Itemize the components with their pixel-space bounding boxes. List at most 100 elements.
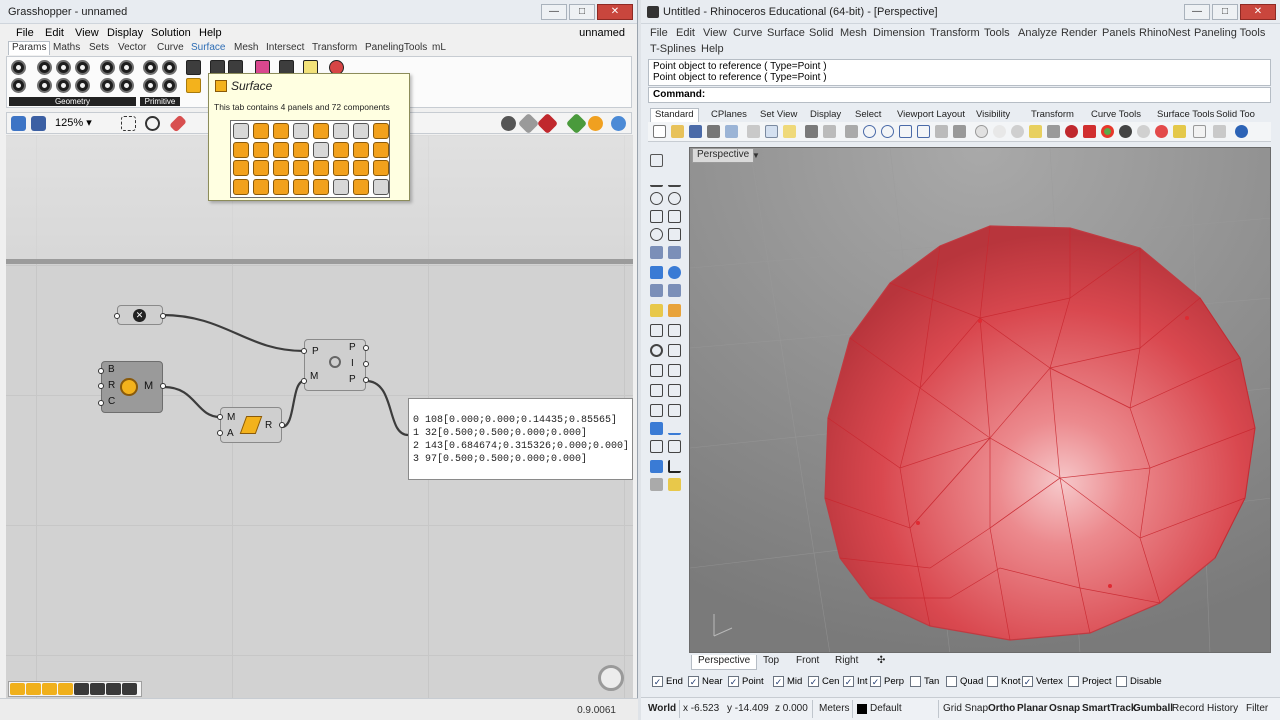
arc-icon[interactable] [650, 210, 663, 223]
param-icon[interactable] [119, 60, 134, 75]
select-icon[interactable] [975, 125, 988, 138]
array-icon[interactable] [650, 404, 663, 417]
four-view-icon[interactable] [935, 125, 948, 138]
copy-icon[interactable] [765, 125, 778, 138]
param-icon[interactable] [37, 78, 52, 93]
maximize-button[interactable]: □ [569, 4, 595, 20]
toggle-record-history[interactable]: Record History [1172, 703, 1238, 714]
material-icon[interactable] [1155, 125, 1168, 138]
tab-mesh[interactable]: Mesh [234, 42, 258, 53]
panel-output[interactable]: 0 108[0.000;0.000;0.14435;0.85565] 1 32[0.… [408, 398, 633, 480]
group-label-geometry[interactable]: Geometry [9, 97, 136, 106]
tab-transform[interactable]: Transform [312, 42, 357, 53]
rh-menu-render[interactable]: Render [1061, 27, 1097, 39]
gh-menu-edit[interactable]: Edit [45, 27, 64, 39]
toggle-gumball[interactable]: Gumball [1133, 703, 1173, 714]
viewport-title[interactable]: Perspective [692, 148, 755, 163]
tab-curve[interactable]: Curve [157, 42, 184, 53]
tab-intersect[interactable]: Intersect [266, 42, 304, 53]
tab-set-view[interactable]: Set View [760, 109, 797, 120]
cplane-indicator[interactable]: World [648, 703, 676, 714]
rectangle-icon[interactable] [668, 210, 681, 223]
save-icon[interactable] [689, 125, 702, 138]
grid-array-icon[interactable] [650, 440, 663, 453]
boolean-toggle-node[interactable]: ✕ [114, 305, 166, 325]
group-label-primitive[interactable]: Primitive [140, 97, 180, 106]
osnap-knot[interactable]: Knot [987, 676, 1021, 687]
tab-viewport-layout[interactable]: Viewport Layout [897, 109, 965, 120]
osnap-disable[interactable]: Disable [1116, 676, 1162, 687]
gh-menu-solution[interactable]: Solution [151, 27, 191, 39]
gh-menu-help[interactable]: Help [199, 27, 222, 39]
light-bulb-icon[interactable] [1173, 125, 1186, 138]
gh-menu-view[interactable]: View [75, 27, 99, 39]
rh-menu-mesh[interactable]: Mesh [840, 27, 867, 39]
render-icon[interactable] [1137, 125, 1150, 138]
tool-icon[interactable] [74, 683, 89, 695]
rh-menu-help[interactable]: Help [701, 43, 724, 55]
toggle-grid-snap[interactable]: Grid Snap [943, 703, 988, 714]
param-icon[interactable] [75, 78, 90, 93]
viewport-tab-top[interactable]: Top [763, 655, 779, 666]
import-icon[interactable] [725, 125, 738, 138]
rh-menu-solid[interactable]: Solid [809, 27, 833, 39]
zoom-extents-icon[interactable] [899, 125, 912, 138]
tool-icon[interactable] [42, 683, 57, 695]
tool-icon[interactable] [106, 683, 121, 695]
primitive-icon[interactable] [162, 60, 177, 75]
tool-icon[interactable] [10, 683, 25, 695]
tab-maths[interactable]: Maths [53, 42, 80, 53]
close-button[interactable]: ✕ [597, 4, 633, 20]
print-icon[interactable] [707, 125, 720, 138]
rh-menu-dimension[interactable]: Dimension [873, 27, 925, 39]
offset-icon[interactable] [668, 422, 681, 435]
toggle-planar[interactable]: Planar [1017, 703, 1048, 714]
help-icon[interactable] [1193, 125, 1206, 138]
join-icon[interactable] [650, 364, 663, 377]
gh-menu-display[interactable]: Display [107, 27, 143, 39]
tab-surface[interactable]: Surface [191, 42, 225, 53]
lock-icon[interactable] [1047, 125, 1060, 138]
zoom-selected-icon[interactable] [917, 125, 930, 138]
save-icon[interactable] [31, 116, 46, 131]
osnap-end[interactable]: ✓ End [652, 676, 683, 687]
circle-icon[interactable] [650, 192, 663, 205]
rh-menu-panels[interactable]: Panels [1102, 27, 1136, 39]
preview-icon[interactable] [501, 116, 516, 131]
param-icon[interactable] [56, 78, 71, 93]
area-node[interactable]: M A R [217, 407, 285, 443]
rh-menu-curve[interactable]: Curve [733, 27, 762, 39]
osnap-perp[interactable]: ✓ Perp [870, 676, 904, 687]
gh-menu-file[interactable]: File [16, 27, 34, 39]
rh-menu-rhinonest[interactable]: RhinoNest [1139, 27, 1190, 39]
help-circle-icon[interactable] [1235, 125, 1248, 138]
toggle-ortho[interactable]: Ortho [988, 703, 1015, 714]
tool-icon[interactable] [26, 683, 41, 695]
sphere-icon[interactable] [668, 266, 681, 279]
light-icon[interactable] [1029, 125, 1042, 138]
ellipse-icon[interactable] [668, 192, 681, 205]
tab-select[interactable]: Select [855, 109, 881, 120]
color-wheel-icon[interactable] [1101, 125, 1114, 138]
mesh-sphere-icon[interactable] [668, 284, 681, 297]
move-icon[interactable] [650, 324, 663, 337]
rh-menu-edit[interactable]: Edit [676, 27, 695, 39]
pan-icon[interactable] [823, 125, 836, 138]
close-button[interactable]: ✕ [1240, 4, 1276, 20]
cut-icon[interactable] [747, 125, 760, 138]
rh-menu-surface[interactable]: Surface [767, 27, 805, 39]
current-layer[interactable]: Default [870, 703, 902, 714]
tab-surface-tools[interactable]: Surface Tools [1157, 109, 1214, 120]
tab-ml[interactable]: mL [432, 42, 446, 53]
param-icon[interactable] [100, 60, 115, 75]
chevron-down-icon[interactable]: ▼ [750, 148, 762, 163]
param-icon[interactable] [11, 60, 26, 75]
layer-icon[interactable] [1065, 125, 1078, 138]
zoom-window-icon[interactable] [881, 125, 894, 138]
input-icon[interactable] [186, 60, 201, 75]
mesh-sphere-node[interactable]: B R C M [98, 361, 166, 413]
tab-cplanes[interactable]: CPlanes [711, 109, 747, 120]
tab-display[interactable]: Display [810, 109, 841, 120]
render-preview-icon[interactable] [1119, 125, 1132, 138]
tab-params[interactable]: Params [8, 41, 51, 55]
